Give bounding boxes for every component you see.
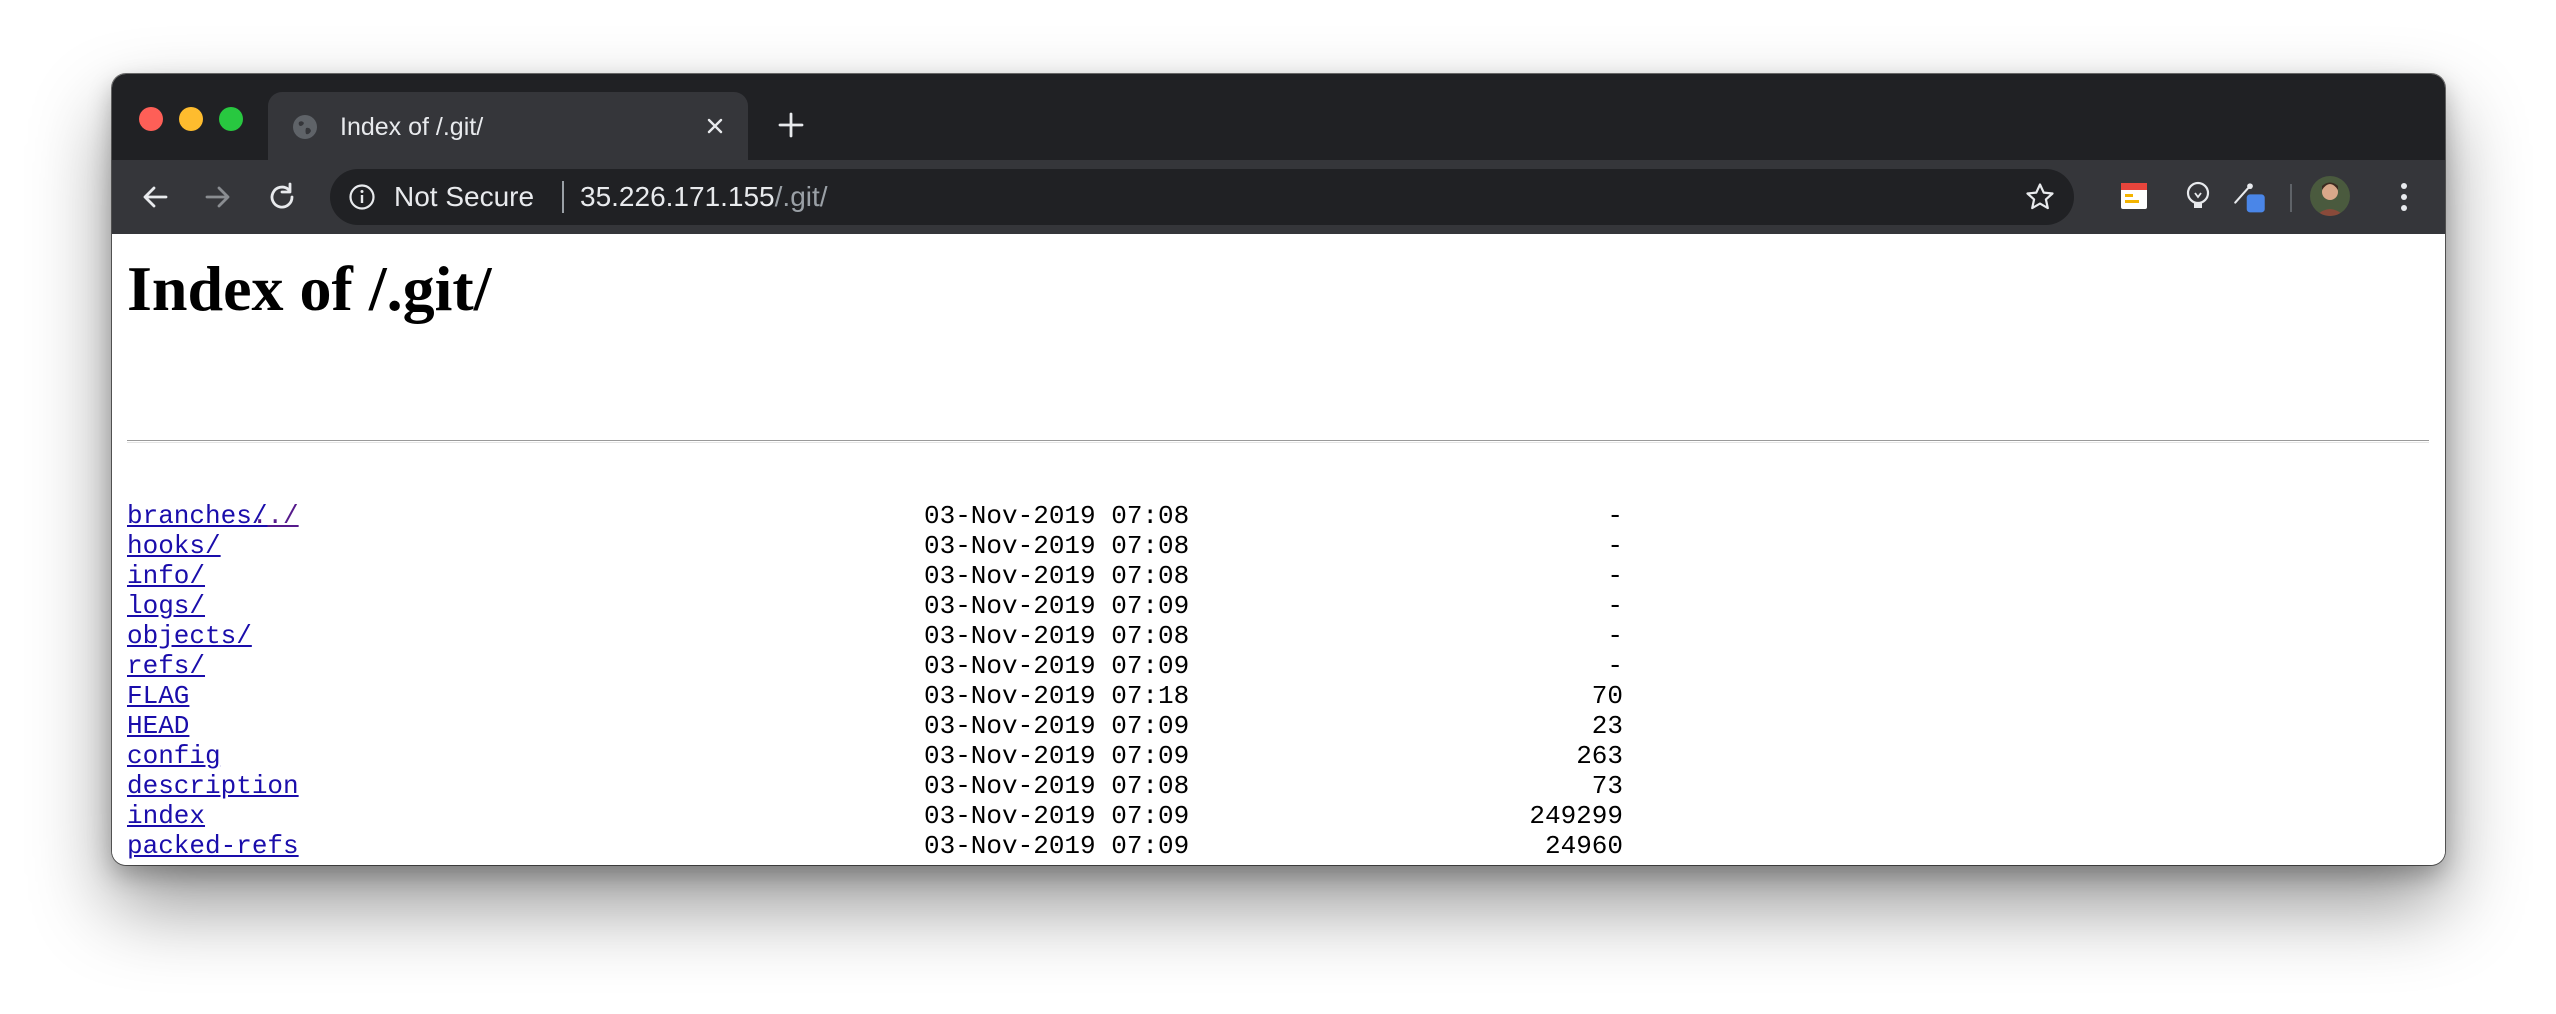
extension-lightbulb-icon[interactable]	[2180, 178, 2216, 214]
page-content: Index of /.git/ ../ branches/03-Nov-2019…	[112, 234, 2445, 865]
address-bar[interactable]: Not Secure 35.226.171.155/.git/	[330, 169, 2074, 225]
list-item: objects/03-Nov-2019 07:08 -	[127, 621, 1623, 651]
url-text[interactable]: 35.226.171.155/.git/	[580, 182, 828, 212]
file-link[interactable]: refs/	[127, 651, 205, 681]
file-size: -	[1607, 501, 1623, 531]
list-item: hooks/03-Nov-2019 07:08 -	[127, 531, 1623, 561]
file-date: 03-Nov-2019 07:09	[924, 741, 1190, 771]
file-link[interactable]: logs/	[127, 591, 205, 621]
file-link[interactable]: objects/	[127, 621, 252, 651]
list-item: info/03-Nov-2019 07:08 -	[127, 561, 1623, 591]
file-link[interactable]: config	[127, 741, 221, 771]
url-host: 35.226.171.155	[580, 181, 775, 212]
list-item: FLAG 03-Nov-2019 07:18 70	[127, 681, 1623, 711]
file-link[interactable]: index	[127, 801, 205, 831]
extension-calendar-icon[interactable]	[2116, 178, 2152, 214]
file-date: 03-Nov-2019 07:09	[924, 711, 1190, 741]
file-size: 24960	[1544, 831, 1623, 861]
file-date: 03-Nov-2019 07:08	[924, 621, 1190, 651]
kebab-menu-icon[interactable]	[2386, 178, 2422, 216]
list-item: branches/03-Nov-2019 07:08 -	[127, 501, 1623, 531]
file-size: 73	[1591, 771, 1623, 801]
file-size: 263	[1576, 741, 1623, 771]
file-size: -	[1607, 651, 1623, 681]
page-title: Index of /.git/	[127, 253, 492, 324]
list-item: packed-refs 03-Nov-2019 07:09 24960	[127, 831, 1623, 861]
toolbar: Not Secure 35.226.171.155/.git/	[112, 160, 2445, 234]
list-item: logs/03-Nov-2019 07:09 -	[127, 591, 1623, 621]
file-size: -	[1607, 591, 1623, 621]
list-item: description 03-Nov-2019 07:08 73	[127, 771, 1623, 801]
file-date: 03-Nov-2019 07:08	[924, 561, 1190, 591]
omnibox-divider	[562, 181, 564, 213]
zoom-window-button[interactable]	[219, 107, 243, 131]
file-date: 03-Nov-2019 07:09	[924, 801, 1190, 831]
file-size: 70	[1591, 681, 1623, 711]
file-link[interactable]: description	[127, 771, 299, 801]
url-path: /.git/	[774, 181, 828, 212]
file-size: 23	[1591, 711, 1623, 741]
file-date: 03-Nov-2019 07:18	[924, 681, 1190, 711]
browser-window: Index of /.git/ Not Secure 35.226.171.15…	[112, 74, 2445, 865]
file-link[interactable]: info/	[127, 561, 205, 591]
info-icon[interactable]	[348, 183, 376, 211]
file-date: 03-Nov-2019 07:09	[924, 831, 1190, 861]
security-status-label[interactable]: Not Secure	[394, 182, 534, 212]
reload-icon[interactable]	[265, 180, 299, 214]
file-link[interactable]: branches/	[127, 501, 267, 531]
directory-listing: ../ branches/03-Nov-2019 07:08- hooks/03-…	[127, 471, 1623, 861]
list-item: index 03-Nov-2019 07:09 249299	[127, 801, 1623, 831]
list-item: refs/03-Nov-2019 07:09 -	[127, 651, 1623, 681]
file-size: -	[1607, 561, 1623, 591]
file-date: 03-Nov-2019 07:09	[924, 651, 1190, 681]
tab-active[interactable]: Index of /.git/	[268, 92, 748, 160]
globe-icon	[293, 115, 317, 139]
bookmark-star-icon[interactable]	[2024, 181, 2056, 213]
tab-close-icon[interactable]	[702, 113, 728, 139]
list-item: config 03-Nov-2019 07:09 263	[127, 741, 1623, 771]
close-window-button[interactable]	[139, 107, 163, 131]
file-link[interactable]: FLAG	[127, 681, 189, 711]
list-item: HEAD 03-Nov-2019 07:09 23	[127, 711, 1623, 741]
file-date: 03-Nov-2019 07:08	[924, 531, 1190, 561]
extension-eyedropper-icon[interactable]	[2232, 178, 2268, 214]
file-size: -	[1607, 621, 1623, 651]
forward-arrow-icon[interactable]	[201, 180, 235, 214]
tab-title: Index of /.git/	[340, 113, 484, 141]
file-date: 03-Nov-2019 07:08	[924, 501, 1190, 531]
top-divider	[127, 440, 2429, 443]
new-tab-icon[interactable]	[776, 110, 806, 140]
back-arrow-icon[interactable]	[138, 180, 172, 214]
parent-row: ../	[127, 471, 299, 531]
file-date: 03-Nov-2019 07:08	[924, 771, 1190, 801]
file-size: -	[1607, 531, 1623, 561]
profile-avatar[interactable]	[2310, 176, 2350, 216]
file-link[interactable]: packed-refs	[127, 831, 299, 861]
file-link[interactable]: HEAD	[127, 711, 189, 741]
file-size: 249299	[1529, 801, 1623, 831]
tab-strip: Index of /.git/	[112, 74, 2445, 160]
toolbar-divider	[2290, 184, 2292, 212]
minimize-window-button[interactable]	[179, 107, 203, 131]
file-date: 03-Nov-2019 07:09	[924, 591, 1190, 621]
file-link[interactable]: hooks/	[127, 531, 221, 561]
